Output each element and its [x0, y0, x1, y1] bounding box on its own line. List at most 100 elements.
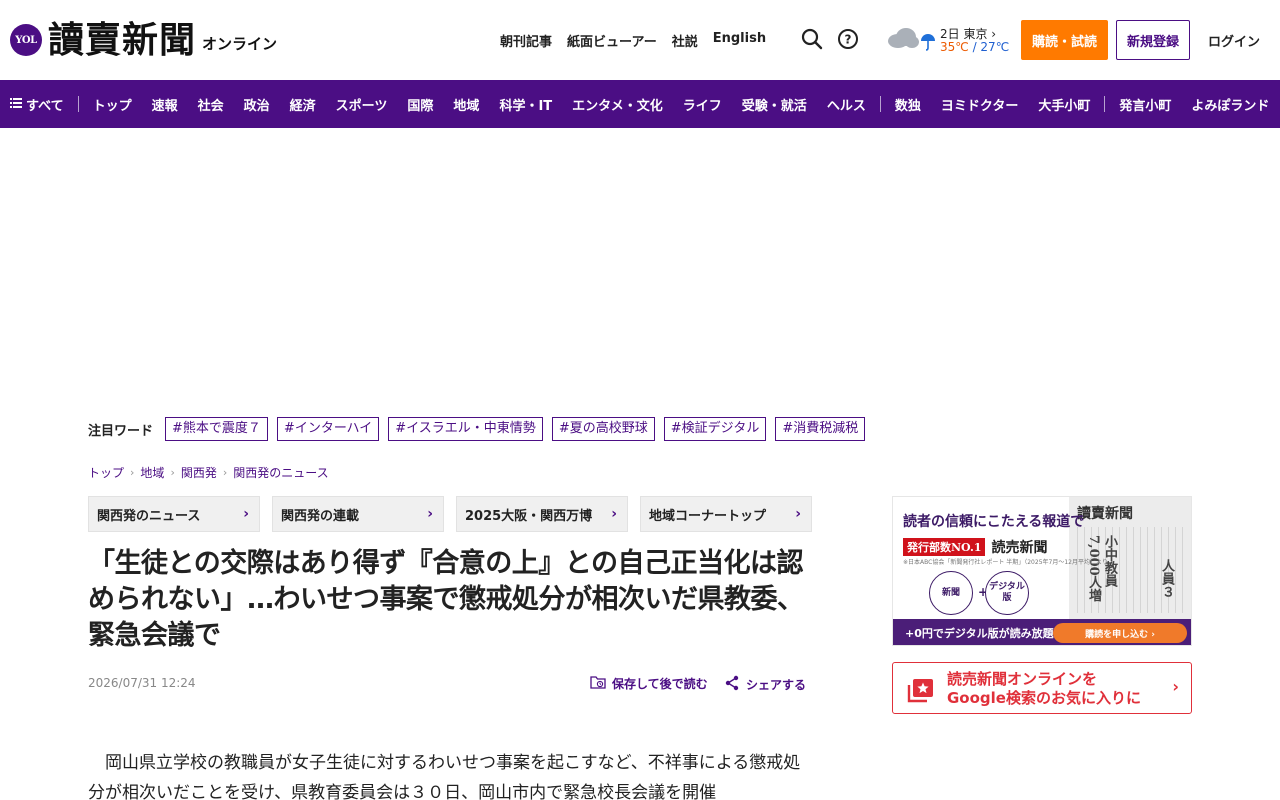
chevron-right-icon: ›: [427, 506, 433, 522]
temp-separator: /: [968, 40, 981, 54]
help-icon[interactable]: ?: [837, 28, 859, 50]
article-body: 岡山県立学校の教職員が女子生徒に対するわいせつ事案を起こすなど、不祥事による懲戒…: [88, 753, 801, 800]
breadcrumb-item[interactable]: 関西発のニュース: [233, 464, 328, 481]
paper-headline: 小中教員7,000人増: [1086, 535, 1117, 602]
trending-tag[interactable]: #検証デジタル: [663, 417, 767, 441]
nav-item-politics[interactable]: 政治: [244, 95, 270, 114]
nav-item-entertainment[interactable]: エンタメ・文化: [572, 95, 663, 114]
google-favorite-text: 読売新聞オンラインを Google検索のお気に入りに: [947, 670, 1141, 708]
chevron-right-icon: ›: [1172, 677, 1179, 696]
trending-words: 注目ワード #熊本で震度７ #インターハイ #イスラエル・中東情勢 #夏の高校野…: [88, 417, 874, 441]
bookmark-folder-icon: [590, 675, 612, 692]
trending-tag[interactable]: #熊本で震度７: [165, 417, 268, 441]
breadcrumb: トップ › 地域 › 関西発 › 関西発のニュース: [88, 464, 329, 481]
menu-icon: [10, 97, 22, 112]
promo-footnote: ※日本ABC協会「新聞発行社レポート 半期」（2025年7月〜12月平均）より: [903, 559, 1108, 566]
tab-label: 関西発のニュース: [97, 508, 201, 524]
tab-expo-2025[interactable]: 2025大阪・関西万博 ›: [456, 496, 628, 532]
save-for-later-button[interactable]: 保存して後で読む: [590, 675, 708, 692]
google-favorite-banner[interactable]: 読売新聞オンラインを Google検索のお気に入りに ›: [892, 662, 1192, 714]
nav-item-top[interactable]: トップ: [93, 95, 132, 114]
header-links: 朝刊記事 紙面ビューアー 社説 English: [500, 31, 766, 50]
tab-label: 地域コーナートップ: [649, 508, 767, 524]
tab-label: 2025大阪・関西万博: [465, 508, 593, 524]
trending-tag[interactable]: #インターハイ: [276, 417, 380, 441]
paper-headline-secondary: 人員３: [1159, 559, 1174, 598]
breadcrumb-item[interactable]: 関西発: [181, 464, 217, 481]
logo-title: 讀賣新聞: [48, 19, 197, 61]
temp-high: 35℃: [940, 40, 969, 54]
save-for-later-label: 保存して後で読む: [612, 677, 708, 691]
chevron-right-icon: ›: [222, 466, 228, 479]
share-icon: [724, 675, 746, 694]
subscribe-button[interactable]: 購読・試読: [1021, 20, 1108, 60]
weather-widget[interactable]: 2日 東京 › 35℃ / 27℃: [886, 23, 1009, 57]
nav-divider: [1104, 96, 1106, 112]
article-headline: 「生徒との交際はあり得ず『合意の上』との自己正当化は認められない」…わいせつ事案…: [88, 548, 804, 651]
link-paper-viewer[interactable]: 紙面ビューアー: [567, 31, 657, 50]
nav-all-label: すべて: [26, 98, 64, 114]
search-icon[interactable]: [801, 28, 823, 50]
nav-item-international[interactable]: 国際: [407, 95, 433, 114]
tab-label: 関西発の連載: [281, 508, 360, 524]
breadcrumb-item[interactable]: トップ: [88, 464, 124, 481]
google-favorite-line1: 読売新聞オンラインを: [947, 670, 1098, 688]
chevron-right-icon: ›: [130, 466, 135, 479]
breadcrumb-item[interactable]: 地域: [140, 464, 164, 481]
nav-item-otekomachi[interactable]: 大手小町: [1038, 95, 1090, 114]
promo-headline: 読者の信頼にこたえる報道で: [903, 514, 1085, 530]
link-morning-edition[interactable]: 朝刊記事: [500, 31, 552, 50]
nav-item-health[interactable]: ヘルス: [827, 95, 866, 114]
share-label: シェアする: [746, 678, 807, 692]
chevron-right-icon: ›: [243, 506, 249, 522]
weather-temperature: 35℃ / 27℃: [940, 40, 1009, 54]
nav-divider: [879, 96, 881, 112]
register-button[interactable]: 新規登録: [1116, 20, 1190, 60]
site-logo[interactable]: YOL 讀賣新聞 オンライン: [10, 18, 277, 62]
temp-low: 27℃: [980, 40, 1010, 54]
tab-kansai-series[interactable]: 関西発の連載 ›: [272, 496, 444, 532]
login-link[interactable]: ログイン: [1208, 31, 1260, 50]
newspaper-circle: 新聞: [929, 571, 973, 615]
nav-item-exam-job[interactable]: 受験・就活: [742, 95, 807, 114]
chevron-right-icon: ›: [170, 466, 175, 479]
promo-brand: 読売新聞: [991, 540, 1048, 556]
promo-rank: 発行部数NO.1 読売新聞: [903, 537, 1047, 557]
nav-item-sports[interactable]: スポーツ: [336, 95, 388, 114]
link-english[interactable]: English: [713, 31, 766, 50]
google-favorite-line2: Google検索のお気に入りに: [947, 689, 1141, 707]
cloud-icon: [886, 27, 920, 53]
share-button[interactable]: シェアする: [724, 675, 806, 694]
tab-kansai-news[interactable]: 関西発のニュース ›: [88, 496, 260, 532]
nav-item-local[interactable]: 地域: [453, 95, 479, 114]
site-header: YOL 讀賣新聞 オンライン 朝刊記事 紙面ビューアー 社説 English ?…: [0, 0, 1280, 80]
apply-subscription-button[interactable]: 購読を申し込む ›: [1053, 623, 1187, 643]
digital-circle: デジタル版: [985, 571, 1029, 615]
ad-space: [0, 128, 1280, 400]
trending-tag[interactable]: #夏の高校野球: [551, 417, 655, 441]
nav-item-sudoku[interactable]: 数独: [895, 95, 921, 114]
nav-item-hatsugen[interactable]: 発言小町: [1119, 95, 1171, 114]
trending-tag[interactable]: #消費税減税: [775, 417, 866, 441]
promo-bar: +0円でデジタル版が読み放題! 購読を申し込む ›: [893, 619, 1191, 645]
nav-all-menu[interactable]: すべて: [10, 95, 64, 114]
paper-masthead: 讀賣新聞: [1077, 506, 1133, 522]
trending-tag[interactable]: #イスラエル・中東情勢: [388, 417, 543, 441]
nav-item-science-it[interactable]: 科学・IT: [499, 95, 552, 114]
link-editorial[interactable]: 社説: [672, 31, 698, 50]
nav-item-society[interactable]: 社会: [198, 95, 224, 114]
nav-item-yomidr[interactable]: ヨミドクター: [941, 95, 1018, 114]
umbrella-icon: [920, 33, 936, 55]
chevron-right-icon: ›: [795, 506, 801, 522]
subscription-promo-banner[interactable]: 讀賣新聞 小中教員7,000人増 人員３ 読者の信頼にこたえる報道で 発行部数N…: [892, 496, 1192, 646]
nav-item-economy[interactable]: 経済: [290, 95, 316, 114]
star-bookmark-icon: [907, 677, 935, 707]
logo-subtitle: オンライン: [202, 34, 278, 53]
category-nav: すべて トップ 速報 社会 政治 経済 スポーツ 国際 地域 科学・IT エンタ…: [0, 80, 1280, 128]
tab-local-top[interactable]: 地域コーナートップ ›: [640, 496, 812, 532]
nav-item-breaking[interactable]: 速報: [152, 95, 178, 114]
logo-badge: YOL: [10, 24, 42, 56]
nav-item-yomipo[interactable]: よみぽランド: [1191, 95, 1269, 114]
chevron-right-icon: ›: [611, 506, 617, 522]
nav-item-life[interactable]: ライフ: [683, 95, 722, 114]
